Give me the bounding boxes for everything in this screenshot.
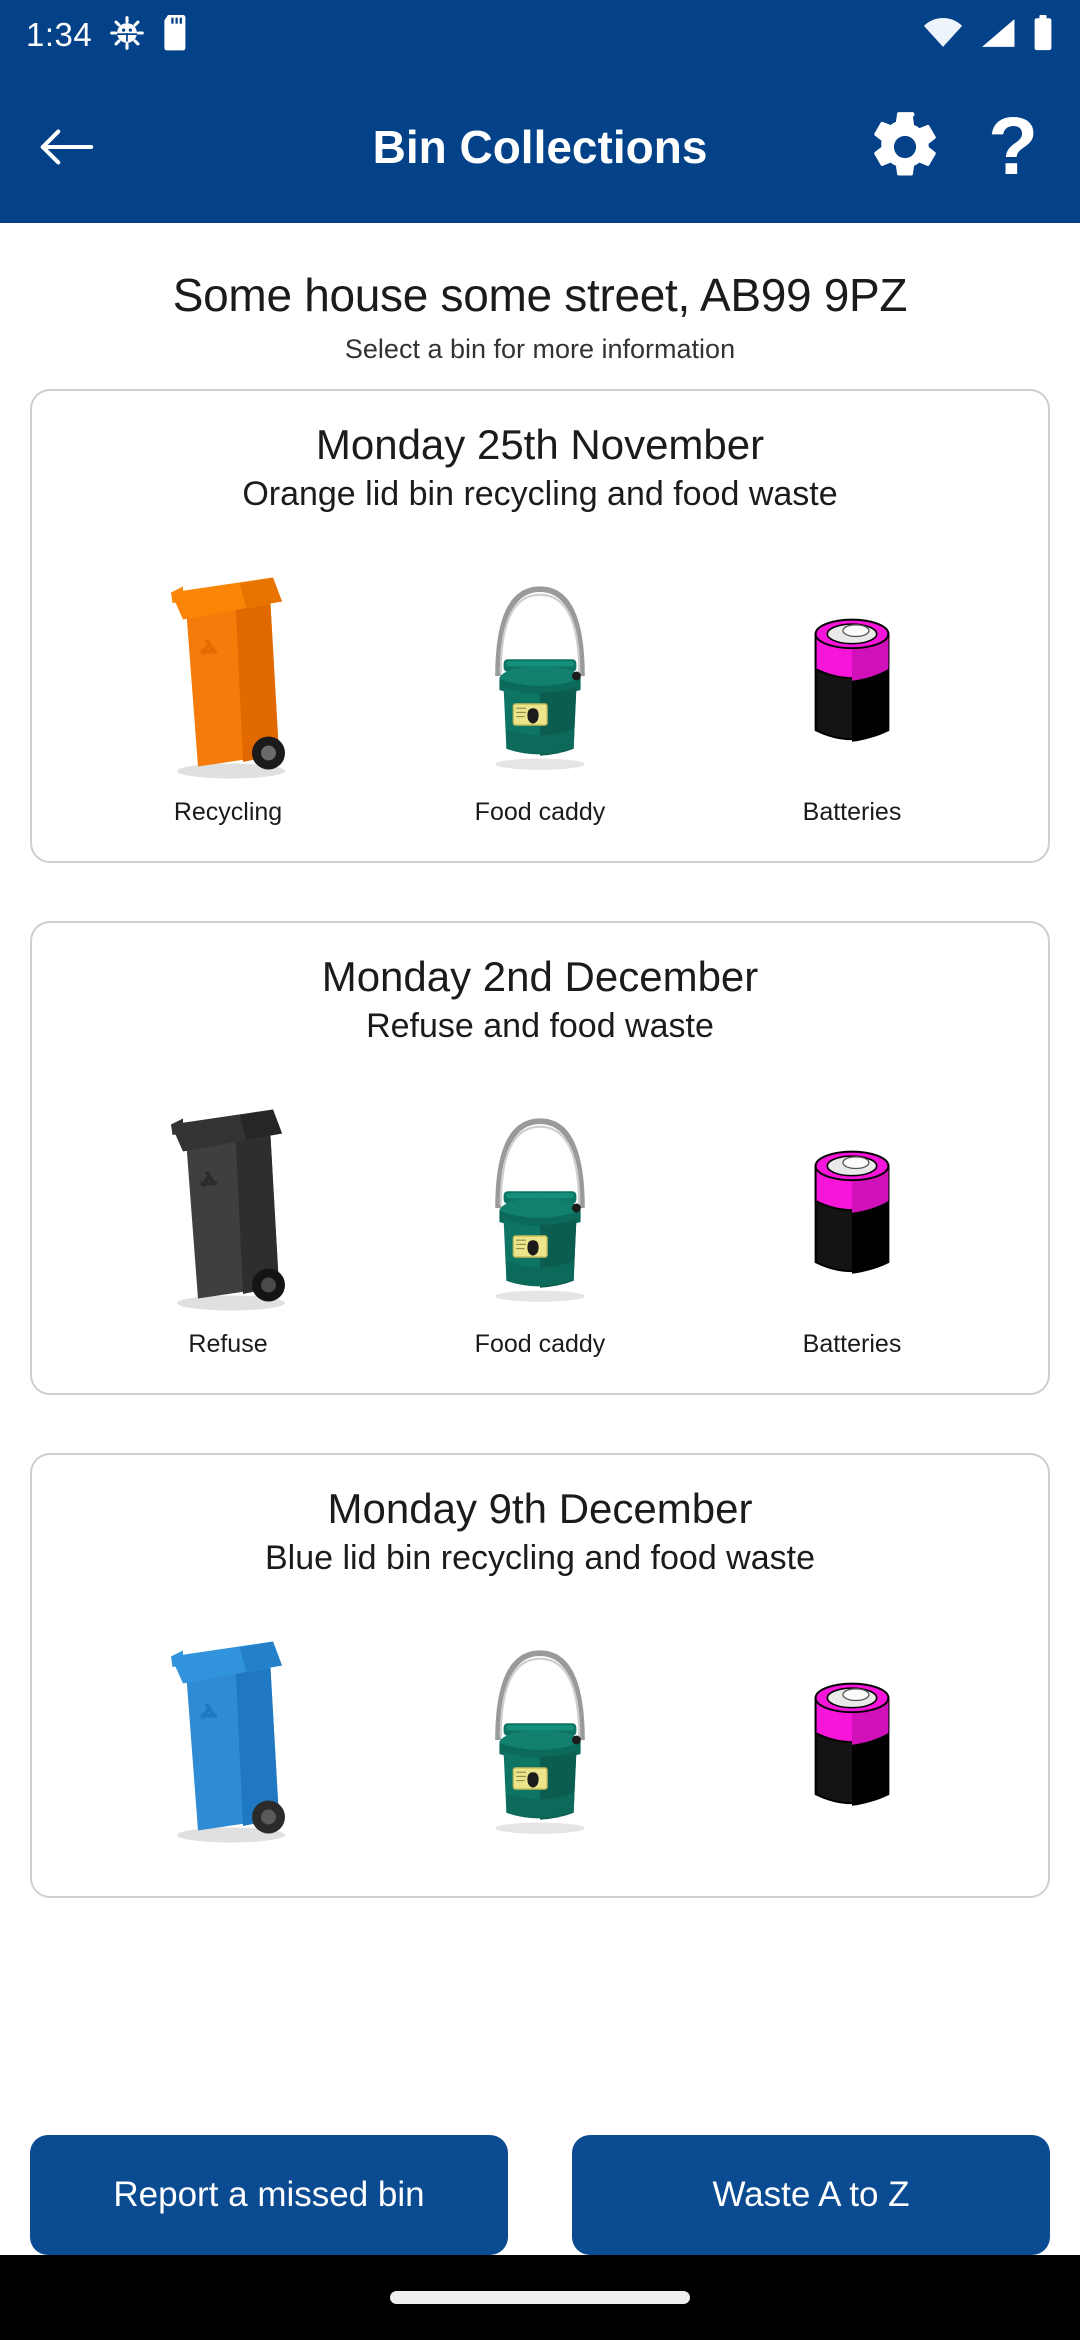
collection-date: Monday 2nd December	[321, 953, 759, 1000]
collection-date: Monday 9th December	[327, 1485, 753, 1532]
main-content: Some house some street, AB99 9PZ Select …	[0, 223, 1080, 2160]
collection-description: Refuse and food waste	[366, 1007, 714, 1045]
app-bar-actions: ?	[862, 104, 1056, 190]
green-food-caddy-icon	[470, 1068, 610, 1316]
collection-card[interactable]: Monday 9th December Blue lid bin recycli…	[30, 1453, 1050, 1898]
report-missed-bin-button[interactable]: Report a missed bin	[30, 2135, 508, 2255]
collection-card[interactable]: Monday 25th November Orange lid bin recy…	[30, 389, 1050, 863]
bin-item[interactable]: Refuse	[108, 1068, 348, 1359]
gesture-home-pill[interactable]	[390, 2291, 690, 2304]
waste-a-to-z-button[interactable]: Waste A to Z	[572, 2135, 1050, 2255]
bin-item[interactable]	[732, 1600, 972, 1862]
bin-row: Refuse Food caddy Batteries	[52, 1068, 1028, 1359]
wifi-icon	[923, 17, 963, 54]
green-food-caddy-icon	[470, 1600, 610, 1848]
grey-refuse-bin-icon	[153, 1068, 303, 1316]
green-food-caddy-icon	[470, 536, 610, 784]
bin-label: Food caddy	[474, 798, 606, 826]
bin-label: Batteries	[802, 1330, 902, 1358]
collection-card-list: Monday 25th November Orange lid bin recy…	[0, 365, 1080, 1898]
bin-item[interactable]: Food caddy	[420, 1068, 660, 1359]
back-button[interactable]	[24, 105, 108, 189]
app-bar: Bin Collections ?	[0, 70, 1080, 223]
bin-item[interactable]	[420, 1600, 660, 1862]
battery-icon	[1032, 14, 1054, 56]
battery-icon	[787, 536, 917, 784]
bin-item[interactable]	[108, 1600, 348, 1862]
back-arrow-icon	[40, 129, 94, 164]
system-navigation-bar	[0, 2255, 1080, 2340]
bin-label: Refuse	[188, 1330, 268, 1358]
battery-icon	[787, 1600, 917, 1848]
bin-row: Recycling Food caddy Batteries	[52, 536, 1028, 827]
status-bar-clock: 1:34	[26, 16, 93, 53]
bin-item[interactable]: Batteries	[732, 536, 972, 827]
bin-item[interactable]: Batteries	[732, 1068, 972, 1359]
status-bar-left: 1:34	[26, 14, 189, 56]
settings-button[interactable]	[862, 104, 948, 190]
battery-icon	[787, 1068, 917, 1316]
address-text: Some house some street, AB99 9PZ	[172, 269, 908, 321]
sd-card-icon	[162, 14, 189, 56]
address-block: Some house some street, AB99 9PZ Select …	[0, 223, 1080, 365]
status-bar-right	[923, 14, 1054, 56]
question-mark-icon: ?	[987, 100, 1039, 192]
bottom-action-bar: Report a missed bin Waste A to Z	[0, 2135, 1080, 2255]
collection-description: Blue lid bin recycling and food waste	[265, 1539, 815, 1577]
bin-label: Food caddy	[474, 1330, 606, 1358]
cellular-signal-icon	[979, 17, 1016, 54]
orange-recycling-bin-icon	[153, 536, 303, 784]
bin-item[interactable]: Recycling	[108, 536, 348, 827]
bin-row	[52, 1600, 1028, 1862]
bin-item[interactable]: Food caddy	[420, 536, 660, 827]
collection-description: Orange lid bin recycling and food waste	[242, 475, 838, 513]
bin-label: Batteries	[802, 798, 902, 826]
instruction-text: Select a bin for more information	[344, 334, 736, 364]
status-bar: 1:34	[0, 0, 1080, 70]
gear-icon	[874, 111, 936, 175]
android-debug-icon	[110, 15, 145, 55]
help-button[interactable]: ?	[970, 104, 1056, 190]
collection-card[interactable]: Monday 2nd December Refuse and food wast…	[30, 921, 1050, 1395]
bin-label: Recycling	[173, 798, 283, 826]
collection-date: Monday 25th November	[315, 421, 765, 468]
blue-recycling-bin-icon	[153, 1600, 303, 1848]
